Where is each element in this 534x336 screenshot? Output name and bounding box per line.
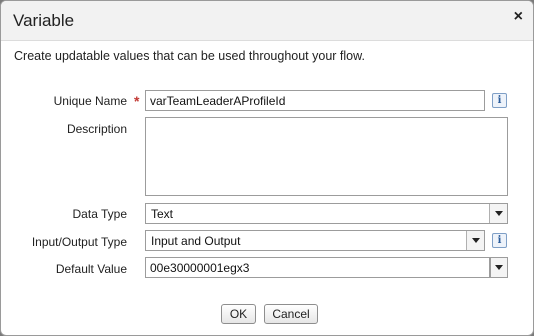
data-type-selected: Text [151,207,174,221]
close-icon[interactable]: × [514,9,523,25]
dialog-title: Variable [13,11,75,30]
description-field[interactable] [145,117,508,196]
description-label: Description [66,122,127,136]
cancel-button[interactable]: Cancel [264,304,318,324]
chevron-down-icon[interactable] [466,231,484,250]
dialog-titlebar: Variable × [1,1,533,41]
required-indicator: * [134,93,140,109]
info-icon[interactable]: i [492,93,507,108]
unique-name-label: Unique Name [53,94,127,108]
chevron-down-icon[interactable] [489,204,507,223]
variable-dialog: Variable × Create updatable values that … [0,0,534,336]
dialog-description: Create updatable values that can be used… [14,49,365,63]
input-output-type-label: Input/Output Type [31,235,127,249]
input-output-type-selected: Input and Output [151,234,241,248]
default-value-label: Default Value [55,262,127,276]
default-value-input[interactable] [145,257,490,278]
data-type-select[interactable]: Text [145,203,508,224]
data-type-label: Data Type [72,207,127,221]
unique-name-input[interactable] [145,90,485,111]
ok-button[interactable]: OK [221,304,256,324]
input-output-type-select[interactable]: Input and Output [145,230,485,251]
info-icon[interactable]: i [492,233,507,248]
chevron-down-icon[interactable] [490,257,508,278]
